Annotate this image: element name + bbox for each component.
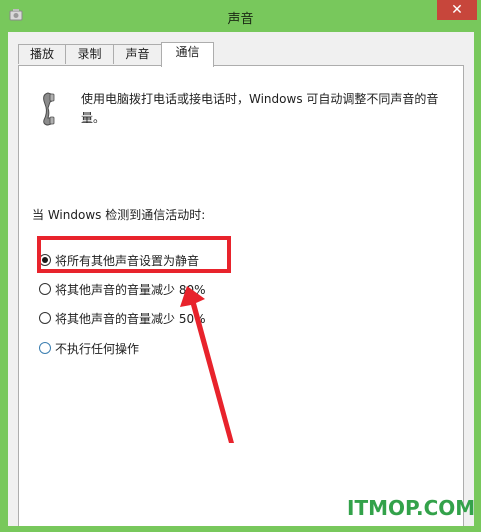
communications-description: 使用电脑拨打电话或接电话时，Windows 可自动调整不同声音的音量。 — [81, 92, 439, 125]
tab-playback[interactable]: 播放 — [18, 44, 66, 64]
option-reduce-50-label: 将其他声音的音量减少 50% — [55, 311, 206, 326]
radio-do-nothing[interactable] — [39, 342, 51, 354]
option-mute-all[interactable]: 将所有其他声音设置为静音 — [39, 251, 199, 269]
tab-sounds[interactable]: 声音 — [113, 44, 162, 64]
radio-reduce-80[interactable] — [39, 283, 51, 295]
sound-dialog-window: 声音 ✕ 播放 录制 声音 通信 使用电脑拨打电话或接电话时，Windows 可… — [0, 0, 481, 532]
radio-reduce-50[interactable] — [39, 312, 51, 324]
window-title: 声音 — [227, 12, 254, 27]
radio-mute-all[interactable] — [39, 254, 51, 266]
tab-communications[interactable]: 通信 — [161, 42, 214, 67]
close-button[interactable]: ✕ — [437, 0, 477, 20]
title-bar[interactable]: 声音 ✕ — [0, 0, 481, 32]
option-mute-all-label: 将所有其他声音设置为静音 — [55, 253, 200, 268]
section-label: 当 Windows 检测到通信活动时: — [32, 208, 206, 222]
dialog-client-area: 播放 录制 声音 通信 使用电脑拨打电话或接电话时，Windows 可自动调整不… — [8, 32, 474, 526]
option-do-nothing-label: 不执行任何操作 — [55, 341, 140, 356]
close-icon: ✕ — [451, 2, 463, 18]
option-do-nothing[interactable]: 不执行任何操作 — [39, 339, 139, 357]
radio-selected-dot — [42, 257, 48, 263]
option-reduce-80[interactable]: 将其他声音的音量减少 80% — [39, 280, 206, 298]
watermark-text: ITMOP.COM — [347, 496, 476, 520]
communications-panel: 使用电脑拨打电话或接电话时，Windows 可自动调整不同声音的音量。 当 Wi… — [18, 65, 464, 526]
option-reduce-80-label: 将其他声音的音量减少 80% — [55, 282, 206, 297]
telephone-handset-icon — [43, 92, 55, 126]
option-reduce-50[interactable]: 将其他声音的音量减少 50% — [39, 309, 206, 327]
tab-recording[interactable]: 录制 — [65, 44, 114, 64]
